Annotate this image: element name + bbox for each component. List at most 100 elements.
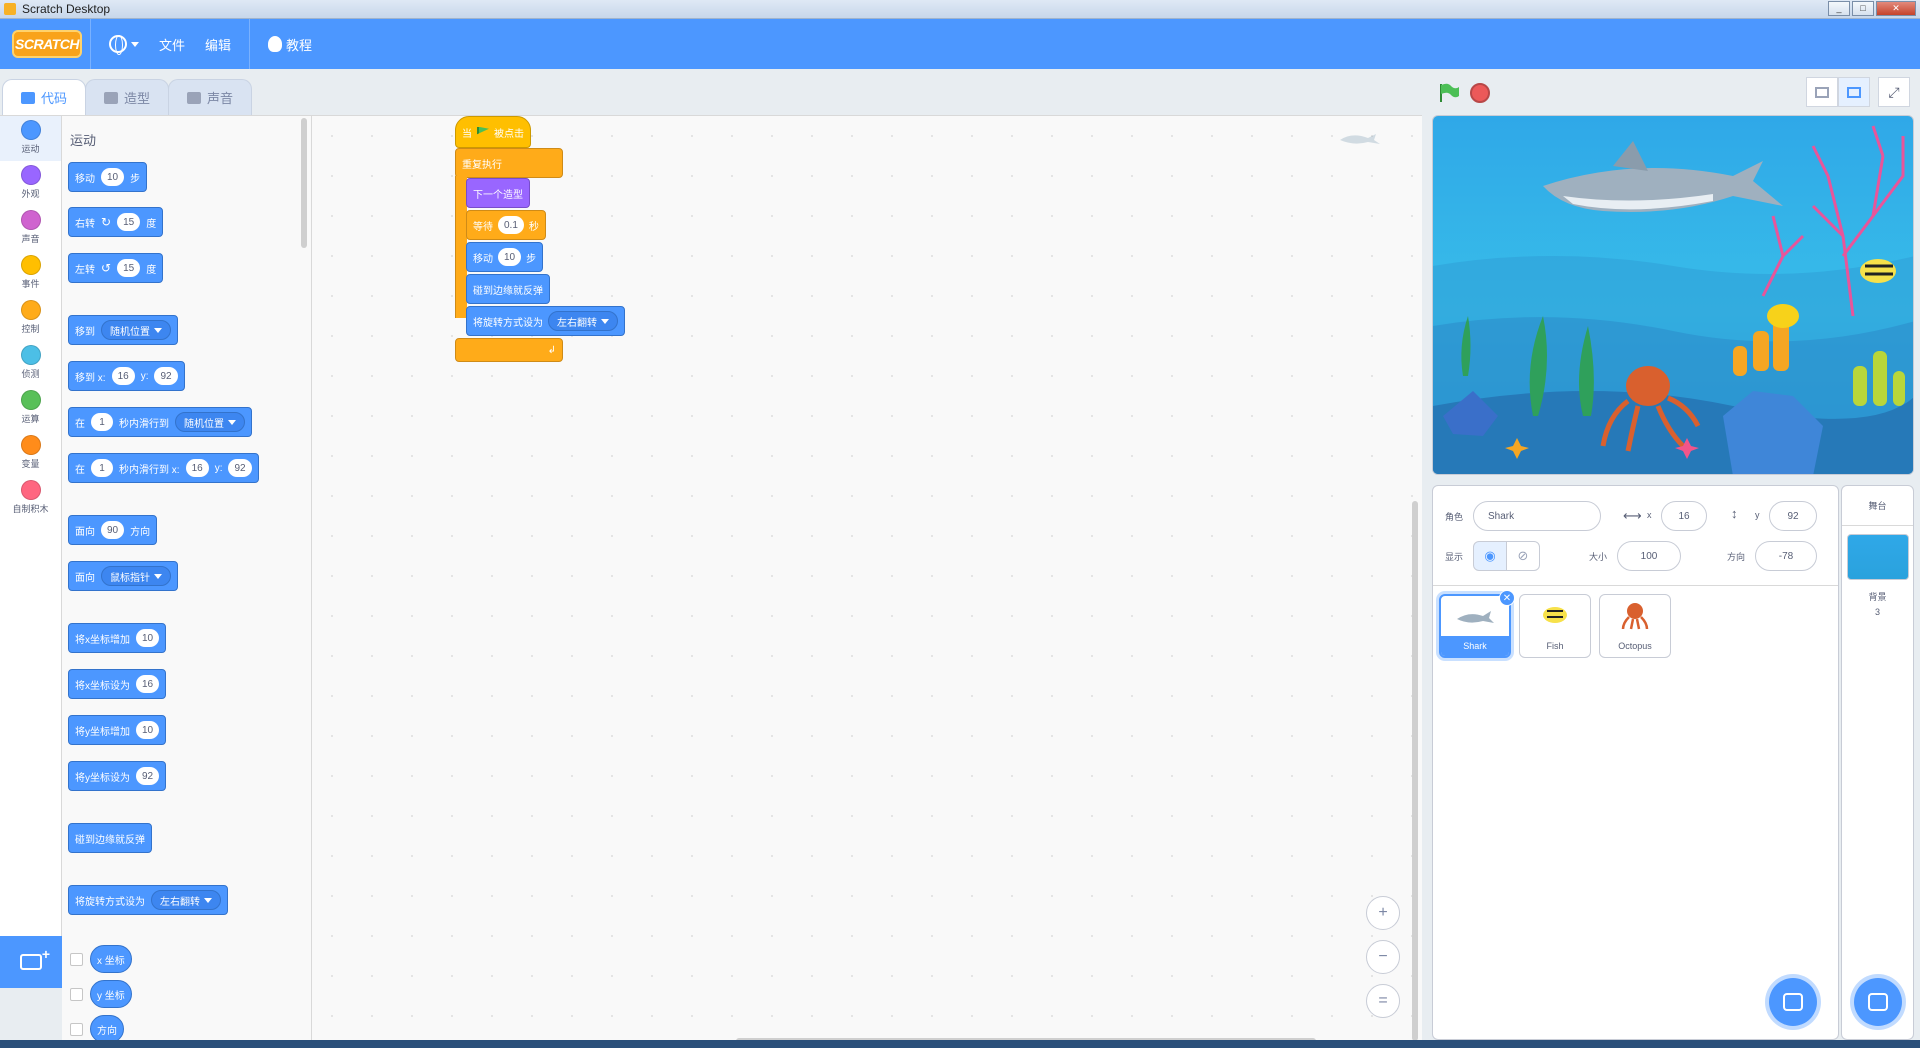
block-input[interactable]: 10	[498, 248, 522, 266]
normal-stage-button[interactable]	[1838, 77, 1870, 107]
category-sensing[interactable]: 侦测	[0, 341, 61, 386]
category-variables[interactable]: 变量	[0, 431, 61, 476]
direction-checkbox[interactable]	[70, 1023, 83, 1036]
block-turn-right[interactable]: 右转 ↻ 15 度	[68, 207, 164, 237]
block-input[interactable]: 16	[185, 459, 209, 477]
next-costume-block[interactable]: 下一个造型	[466, 178, 530, 208]
window-title-bar: Scratch Desktop _ □ ✕	[0, 0, 1920, 19]
block-input[interactable]: 1	[91, 459, 113, 477]
maximize-button[interactable]: □	[1852, 1, 1874, 16]
block-dropdown[interactable]: 随机位置	[175, 412, 245, 432]
block-dropdown[interactable]: 左右翻转	[548, 311, 618, 331]
scratch-logo[interactable]: SCRATCH	[12, 30, 82, 58]
reporter-y-position[interactable]: y 坐标	[90, 980, 132, 1008]
category-my-blocks[interactable]: 自制积木	[0, 476, 61, 521]
script-vertical-scrollbar[interactable]	[1412, 501, 1418, 1041]
sprite-name-input[interactable]: Shark	[1473, 501, 1601, 531]
when-flag-clicked-block[interactable]: 当 被点击	[455, 116, 531, 148]
palette-scrollbar[interactable]	[301, 118, 307, 248]
block-move-steps[interactable]: 移动 10 步	[68, 162, 148, 192]
stage-selector[interactable]: 舞台 背景 3	[1841, 485, 1914, 1040]
delete-sprite-button[interactable]: ✕	[1499, 590, 1515, 606]
hide-sprite-button[interactable]: ⊘	[1506, 541, 1540, 571]
close-button[interactable]: ✕	[1876, 1, 1916, 16]
tab-code[interactable]: 代码	[2, 79, 87, 115]
block-input[interactable]: 10	[136, 629, 160, 647]
stage[interactable]	[1432, 115, 1914, 475]
block-dropdown[interactable]: 左右翻转	[151, 890, 221, 910]
block-point-direction[interactable]: 面向 90 方向	[68, 515, 158, 545]
file-menu[interactable]: 文件	[149, 19, 195, 69]
block-input[interactable]: 92	[228, 459, 252, 477]
category-control[interactable]: 控制	[0, 296, 61, 341]
block-turn-left[interactable]: 左转 ↺ 15 度	[68, 253, 164, 283]
block-rotation-style[interactable]: 将旋转方式设为 左右翻转	[68, 885, 228, 915]
block-input[interactable]: 92	[136, 767, 160, 785]
y-input[interactable]: 92	[1769, 501, 1817, 531]
block-dropdown[interactable]: 随机位置	[101, 320, 171, 340]
tab-costumes[interactable]: 造型	[85, 79, 170, 115]
block-point-towards[interactable]: 面向 鼠标指针	[68, 561, 178, 591]
reporter-direction[interactable]: 方向	[90, 1015, 124, 1043]
green-flag-button[interactable]	[1438, 83, 1460, 103]
category-label: 运算	[21, 414, 40, 424]
size-input[interactable]: 100	[1617, 541, 1681, 571]
zoom-in-button[interactable]: +	[1366, 896, 1400, 930]
block-input[interactable]: 15	[117, 213, 141, 231]
rotation-style-block[interactable]: 将旋转方式设为 左右翻转	[466, 306, 625, 336]
block-glide-to[interactable]: 在 1 秒内滑行到 随机位置	[68, 407, 252, 437]
choose-backdrop-button[interactable]	[1854, 978, 1902, 1026]
small-stage-button[interactable]	[1806, 77, 1838, 107]
backdrop-thumbnail[interactable]	[1846, 534, 1909, 580]
fullscreen-button[interactable]: ⤢	[1878, 77, 1910, 107]
block-set-x[interactable]: 将x坐标设为 16	[68, 669, 167, 699]
sprite-tile-shark[interactable]: Shark ✕	[1439, 590, 1515, 658]
block-input[interactable]: 10	[101, 168, 125, 186]
block-input[interactable]: 16	[136, 675, 160, 693]
tutorials-menu[interactable]: 教程	[258, 19, 322, 69]
x-input[interactable]: 16	[1661, 501, 1707, 531]
y-position-checkbox[interactable]	[70, 988, 83, 1001]
block-goto-xy[interactable]: 移到 x: 16 y: 92	[68, 361, 185, 391]
category-looks[interactable]: 外观	[0, 161, 61, 206]
zoom-out-button[interactable]: −	[1366, 940, 1400, 974]
block-bounce[interactable]: 碰到边缘就反弹	[68, 823, 152, 853]
choose-sprite-button[interactable]	[1769, 978, 1817, 1026]
block-set-y[interactable]: 将y坐标设为 92	[68, 761, 167, 791]
block-input[interactable]: 15	[117, 259, 141, 277]
bounce-block[interactable]: 碰到边缘就反弹	[466, 274, 550, 304]
block-input[interactable]: 92	[154, 367, 178, 385]
block-goto[interactable]: 移到 随机位置	[68, 315, 178, 345]
wait-block[interactable]: 等待 0.1 秒	[466, 210, 546, 240]
sprite-tile-octopus[interactable]: Octopus	[1599, 594, 1671, 658]
minimize-button[interactable]: _	[1828, 1, 1850, 16]
sprite-list: Shark ✕ Fish Octopus	[1433, 586, 1838, 658]
block-input[interactable]: 10	[136, 721, 160, 739]
category-events[interactable]: 事件	[0, 251, 61, 296]
add-extension-button[interactable]	[0, 936, 62, 988]
direction-input[interactable]: -78	[1755, 541, 1817, 571]
category-operators[interactable]: 运算	[0, 386, 61, 431]
edit-menu[interactable]: 编辑	[195, 19, 241, 69]
category-motion[interactable]: 运动	[0, 116, 61, 161]
block-change-x[interactable]: 将x坐标增加 10	[68, 623, 167, 653]
block-dropdown[interactable]: 鼠标指针	[101, 566, 171, 586]
zoom-reset-button[interactable]: =	[1366, 984, 1400, 1018]
forever-block[interactable]: 重复执行	[455, 148, 563, 178]
block-glide-xy[interactable]: 在 1 秒内滑行到 x: 16 y: 92	[68, 453, 259, 483]
block-input[interactable]: 1	[91, 413, 113, 431]
block-input[interactable]: 16	[111, 367, 135, 385]
show-sprite-button[interactable]: ◉	[1473, 541, 1507, 571]
tab-sounds[interactable]: 声音	[168, 79, 253, 115]
block-input[interactable]: 90	[101, 521, 125, 539]
reporter-x-position[interactable]: x 坐标	[90, 945, 132, 973]
language-menu[interactable]	[99, 19, 149, 69]
category-sound[interactable]: 声音	[0, 206, 61, 251]
sprite-tile-fish[interactable]: Fish	[1519, 594, 1591, 658]
script-area[interactable]: 当 被点击 重复执行 下一个造型 等待 0.1 秒 移动 10 步 碰到边缘就反…	[312, 115, 1422, 1048]
stop-button[interactable]	[1470, 83, 1490, 103]
x-position-checkbox[interactable]	[70, 953, 83, 966]
block-input[interactable]: 0.1	[498, 216, 524, 234]
block-change-y[interactable]: 将y坐标增加 10	[68, 715, 167, 745]
move-steps-block[interactable]: 移动 10 步	[466, 242, 544, 272]
